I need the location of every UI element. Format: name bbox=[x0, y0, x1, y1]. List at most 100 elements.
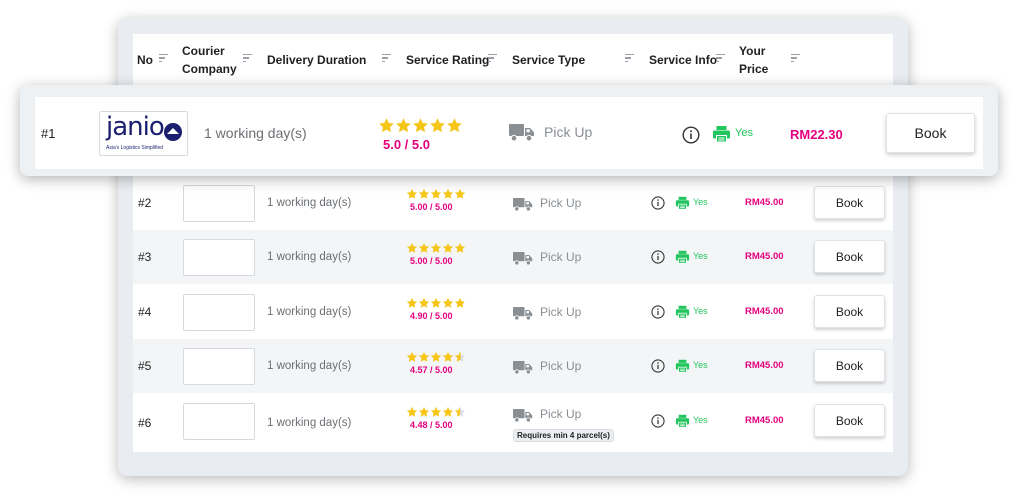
info-icon[interactable] bbox=[651, 359, 665, 373]
sort-icon[interactable] bbox=[625, 54, 634, 63]
header-service-rating[interactable]: Service Rating bbox=[406, 34, 489, 86]
sort-icon[interactable] bbox=[382, 54, 391, 63]
book-button[interactable]: Book bbox=[814, 404, 885, 437]
star-icon bbox=[406, 406, 418, 418]
printer-icon bbox=[712, 125, 731, 143]
header-your-price[interactable]: Your Price bbox=[739, 34, 768, 86]
star-icon bbox=[418, 406, 430, 418]
book-button[interactable]: Book bbox=[814, 349, 885, 382]
rating-score: 5.0 / 5.0 bbox=[383, 137, 430, 152]
delivery-duration: 1 working day(s) bbox=[267, 360, 352, 372]
service-type: Pick Up bbox=[540, 359, 582, 373]
header-courier-company[interactable]: Courier Company bbox=[182, 34, 237, 86]
star-icon bbox=[442, 351, 454, 363]
delivery-duration: 1 working day(s) bbox=[204, 125, 307, 141]
star-icon bbox=[406, 242, 418, 254]
service-rating: 4.57 / 5.00 bbox=[406, 351, 476, 375]
table-row[interactable]: #4 1 working day(s) 4.90 / 5.00 Pick Up Yes R… bbox=[133, 285, 893, 339]
printer-available: Yes bbox=[693, 415, 708, 425]
star-icon bbox=[406, 351, 418, 363]
service-type: Pick Up bbox=[540, 305, 582, 319]
row-number: #5 bbox=[138, 359, 152, 373]
info-icon[interactable] bbox=[651, 250, 665, 264]
logo-wordmark: janio bbox=[106, 112, 165, 142]
printer-available: Yes bbox=[693, 360, 708, 370]
book-button[interactable]: Book bbox=[814, 186, 885, 219]
star-icon bbox=[418, 351, 430, 363]
courier-logo bbox=[183, 294, 255, 331]
price: RM45.00 bbox=[745, 415, 784, 426]
service-rating: 5.00 / 5.00 bbox=[406, 188, 476, 212]
info-icon[interactable] bbox=[682, 126, 700, 144]
info-icon[interactable] bbox=[651, 196, 665, 210]
star-icon bbox=[430, 351, 442, 363]
rating-score: 4.57 / 5.00 bbox=[410, 365, 453, 375]
printer-available: Yes bbox=[735, 127, 753, 139]
star-rating bbox=[406, 297, 476, 309]
rating-score: 5.00 / 5.00 bbox=[410, 256, 453, 266]
logo-tagline: Asia's Logistics Simplified bbox=[106, 145, 164, 151]
star-rating bbox=[406, 188, 476, 200]
courier-logo bbox=[183, 185, 255, 222]
table-row[interactable]: #3 1 working day(s) 5.00 / 5.00 Pick Up Yes R… bbox=[133, 230, 893, 284]
star-icon bbox=[395, 117, 412, 134]
sort-icon[interactable] bbox=[488, 54, 497, 63]
star-icon bbox=[454, 297, 466, 309]
table-row[interactable]: #2 1 working day(s) 5.00 / 5.00 Pick Up Yes R… bbox=[133, 176, 893, 230]
star-icon bbox=[429, 117, 446, 134]
sort-icon[interactable] bbox=[159, 54, 168, 63]
sort-icon[interactable] bbox=[791, 54, 800, 63]
courier-logo bbox=[183, 239, 255, 276]
header-no[interactable]: No bbox=[137, 34, 153, 86]
header-delivery-duration[interactable]: Delivery Duration bbox=[267, 34, 366, 86]
service-rating: 5.00 / 5.00 bbox=[406, 242, 476, 266]
star-icon bbox=[378, 117, 395, 134]
table-row[interactable]: #5 1 working day(s) 4.57 / 5.00 Pick Up Yes R… bbox=[133, 339, 893, 393]
delivery-duration: 1 working day(s) bbox=[267, 306, 352, 318]
star-icon bbox=[442, 406, 454, 418]
info-icon[interactable] bbox=[651, 414, 665, 428]
row-number: #3 bbox=[138, 250, 152, 264]
service-rating: 4.90 / 5.00 bbox=[406, 297, 476, 321]
service-type: Pick Up bbox=[540, 196, 582, 210]
star-icon bbox=[430, 242, 442, 254]
header-service-info[interactable]: Service Info bbox=[649, 34, 717, 86]
star-icon bbox=[454, 351, 466, 363]
courier-logo bbox=[183, 403, 255, 440]
book-button[interactable]: Book bbox=[886, 113, 975, 153]
price: RM45.00 bbox=[745, 360, 784, 371]
service-rating: 4.48 / 5.00 bbox=[406, 406, 476, 430]
star-icon bbox=[442, 242, 454, 254]
star-icon bbox=[406, 297, 418, 309]
star-icon bbox=[442, 188, 454, 200]
book-button[interactable]: Book bbox=[814, 240, 885, 273]
service-type: Pick Up bbox=[540, 250, 582, 264]
printer-available: Yes bbox=[693, 197, 708, 207]
star-icon bbox=[412, 117, 429, 134]
price: RM45.00 bbox=[745, 251, 784, 262]
sort-icon[interactable] bbox=[243, 54, 252, 63]
header-service-type[interactable]: Service Type bbox=[512, 34, 585, 86]
printer-icon bbox=[675, 359, 690, 373]
truck-icon bbox=[513, 408, 533, 423]
rating-score: 4.48 / 5.00 bbox=[410, 420, 453, 430]
printer-icon bbox=[675, 250, 690, 264]
service-type: Pick Up bbox=[540, 407, 582, 421]
star-icon bbox=[454, 188, 466, 200]
sort-icon[interactable] bbox=[716, 54, 725, 63]
star-rating bbox=[378, 117, 463, 134]
star-icon bbox=[430, 297, 442, 309]
star-icon bbox=[430, 188, 442, 200]
star-icon bbox=[418, 242, 430, 254]
book-button[interactable]: Book bbox=[814, 295, 885, 328]
table-header: No Courier Company Delivery Duration Serv… bbox=[133, 34, 893, 86]
table-row[interactable]: #6 1 working day(s) 4.48 / 5.00 Pick Up Requ… bbox=[133, 394, 893, 451]
info-icon[interactable] bbox=[651, 305, 665, 319]
truck-icon bbox=[513, 306, 533, 321]
row-number: #2 bbox=[138, 196, 152, 210]
star-icon bbox=[430, 406, 442, 418]
star-icon bbox=[446, 117, 463, 134]
printer-icon bbox=[675, 414, 690, 428]
star-icon bbox=[454, 406, 466, 418]
star-icon bbox=[418, 297, 430, 309]
